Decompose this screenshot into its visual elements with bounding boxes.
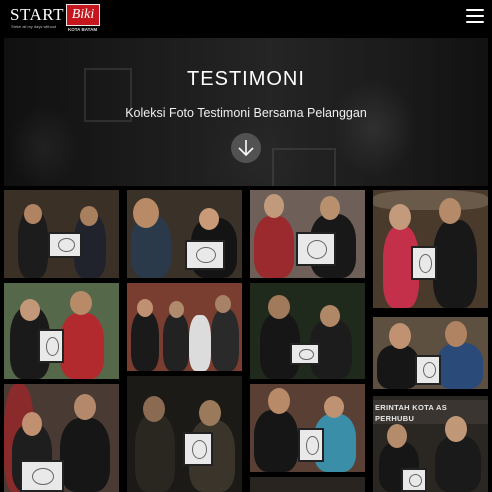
testimoni-photo-11[interactable]: [373, 190, 488, 308]
testimoni-gallery: ERINTAH KOTA AS PERHUBU: [0, 186, 492, 492]
testimoni-photo-13[interactable]: ERINTAH KOTA AS PERHUBU: [373, 396, 488, 492]
logo-start-text: START: [10, 5, 64, 24]
arrow-down-icon: [238, 140, 254, 157]
logo-city: KOTA BATAM: [68, 27, 98, 32]
testimoni-photo-3[interactable]: [4, 384, 119, 492]
hero-banner: TESTIMONI Koleksi Foto Testimoni Bersama…: [4, 38, 488, 186]
page-title: TESTIMONI: [187, 68, 305, 90]
logo-biki-badge: Biki: [66, 4, 100, 26]
page-subtitle: Koleksi Foto Testimoni Bersama Pelanggan: [125, 106, 367, 120]
testimoni-photo-7[interactable]: [250, 190, 365, 278]
testimoni-photo-10[interactable]: [250, 477, 365, 492]
logo-tagline: Strike all my days without: [11, 24, 57, 29]
testimoni-photo-1[interactable]: [4, 190, 119, 278]
testimoni-photo-2[interactable]: [4, 283, 119, 379]
photo-background-sign: ERINTAH KOTA AS PERHUBU: [375, 403, 447, 423]
testimoni-photo-6[interactable]: [127, 376, 242, 492]
top-navigation-bar: START Biki Strike all my days without KO…: [0, 0, 492, 38]
testimoni-photo-9[interactable]: [250, 384, 365, 472]
site-logo[interactable]: START Biki Strike all my days without KO…: [8, 4, 100, 34]
testimoni-photo-5[interactable]: [127, 283, 242, 371]
testimoni-photo-12[interactable]: [373, 317, 488, 389]
testimoni-photo-8[interactable]: [250, 283, 365, 379]
scroll-down-button[interactable]: [231, 133, 261, 163]
hamburger-menu-icon[interactable]: [466, 9, 484, 23]
testimoni-photo-4[interactable]: [127, 190, 242, 278]
